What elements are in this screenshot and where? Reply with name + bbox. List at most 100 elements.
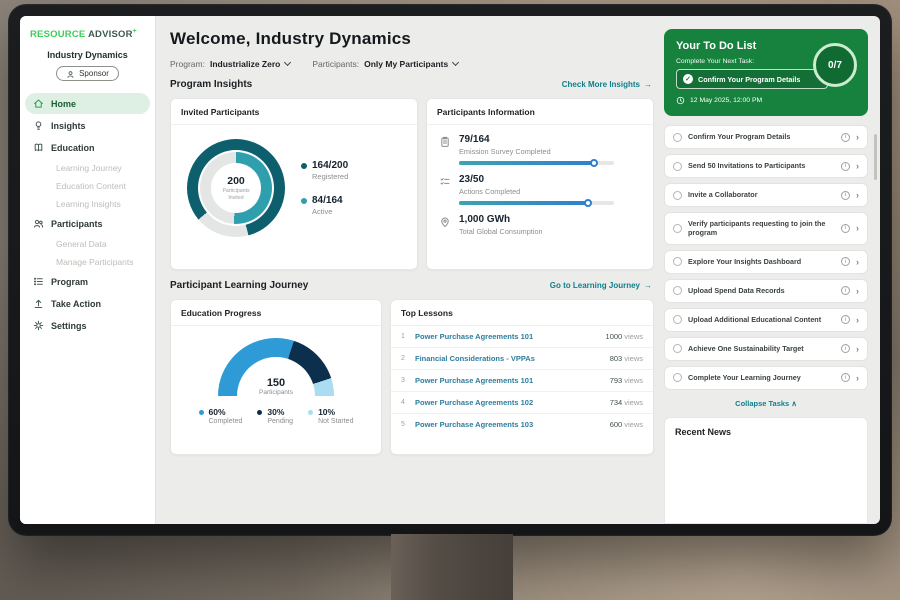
legend-value: 30% (267, 407, 293, 417)
lesson-row[interactable]: 1 Power Purchase Agreements 101 1000view… (391, 326, 653, 348)
task-label: Upload Spend Data Records (688, 286, 835, 295)
chevron-right-icon[interactable]: › (856, 132, 859, 142)
task-list: Confirm Your Program Details i › Send 50… (664, 125, 868, 395)
info-icon[interactable]: i (841, 315, 850, 324)
lesson-row[interactable]: 2 Financial Considerations - VPPAs 803vi… (391, 348, 653, 370)
task-row[interactable]: Achieve One Sustainability Target i › (664, 337, 868, 361)
sidebar-item-insights[interactable]: Insights (25, 115, 150, 136)
collapse-tasks-button[interactable]: Collapse Tasks ∧ (664, 395, 868, 417)
go-to-learning-journey-link[interactable]: Go to Learning Journey → (550, 281, 652, 290)
info-icon[interactable]: i (841, 373, 850, 382)
chevron-right-icon[interactable]: › (856, 315, 859, 325)
lesson-row[interactable]: 5 Power Purchase Agreements 103 600views (391, 414, 653, 435)
sponsor-badge[interactable]: Sponsor (56, 66, 119, 81)
clock-icon (676, 96, 685, 105)
lesson-views: 734 (610, 398, 623, 407)
lesson-title-link[interactable]: Financial Considerations - VPPAs (415, 354, 603, 363)
chevron-right-icon[interactable]: › (856, 161, 859, 171)
info-icon[interactable]: i (841, 257, 850, 266)
task-row[interactable]: Upload Spend Data Records i › (664, 279, 868, 303)
program-filter-value: Industrialize Zero (210, 59, 280, 69)
check-icon: ✓ (683, 74, 693, 84)
task-checkbox[interactable] (673, 373, 682, 382)
logo-plus: + (133, 28, 137, 35)
lesson-title-link[interactable]: Power Purchase Agreements 102 (415, 398, 603, 407)
chevron-right-icon[interactable]: › (856, 223, 859, 233)
task-checkbox[interactable] (673, 224, 682, 233)
participants-filter-label: Participants: (312, 59, 359, 69)
task-checkbox[interactable] (673, 191, 682, 200)
todo-column: Your To Do List 0/7 Complete Your Next T… (664, 16, 880, 524)
stat-label: Total Global Consumption (459, 227, 543, 236)
sidebar-item-home[interactable]: Home (25, 93, 150, 114)
info-icon[interactable]: i (841, 224, 850, 233)
task-row[interactable]: Complete Your Learning Journey i › (664, 366, 868, 390)
info-icon[interactable]: i (841, 286, 850, 295)
chevron-right-icon[interactable]: › (856, 190, 859, 200)
legend-item: 84/164 Active (301, 195, 348, 216)
invited-card-title: Invited Participants (171, 99, 417, 125)
learning-journey-header: Participant Learning Journey Go to Learn… (170, 280, 652, 291)
sidebar-item-settings[interactable]: Settings (25, 315, 150, 336)
education-card-title: Education Progress (171, 300, 381, 326)
insights-cards-row: Invited Participants 200 Participants In… (170, 98, 654, 270)
task-row[interactable]: Explore Your Insights Dashboard i › (664, 250, 868, 274)
lesson-title-link[interactable]: Power Purchase Agreements 103 (415, 420, 603, 429)
lesson-title-link[interactable]: Power Purchase Agreements 101 (415, 376, 603, 385)
legend-dot (257, 410, 262, 415)
lesson-rank: 3 (401, 377, 408, 384)
todo-subtitle: Complete Your Next Task: (676, 58, 858, 65)
sidebar-item-learning-insights[interactable]: Learning Insights (25, 195, 150, 213)
task-label: Confirm Your Program Details (688, 132, 835, 141)
task-row[interactable]: Invite a Collaborator i › (664, 183, 868, 207)
chevron-right-icon[interactable]: › (856, 257, 859, 267)
task-row[interactable]: Send 50 Invitations to Participants i › (664, 154, 868, 178)
filters-row: Program: Industrialize Zero Participants… (170, 59, 654, 69)
lesson-row[interactable]: 4 Power Purchase Agreements 102 734views (391, 392, 653, 414)
sidebar-item-education[interactable]: Education (25, 137, 150, 158)
task-checkbox[interactable] (673, 286, 682, 295)
sidebar-item-general-data[interactable]: General Data (25, 235, 150, 253)
sidebar-item-participants[interactable]: Participants (25, 213, 150, 234)
logo-resource: RESOURCE (30, 29, 85, 40)
todo-next-task[interactable]: ✓ Confirm Your Program Details (676, 69, 828, 89)
task-checkbox[interactable] (673, 162, 682, 171)
participants-filter[interactable]: Participants: Only My Participants (312, 59, 458, 69)
legend-dot (199, 410, 204, 415)
task-checkbox[interactable] (673, 315, 682, 324)
lesson-views: 793 (610, 376, 623, 385)
sidebar-item-education-content[interactable]: Education Content (25, 177, 150, 195)
task-checkbox[interactable] (673, 344, 682, 353)
legend-label: Registered (312, 172, 348, 181)
info-icon[interactable]: i (841, 191, 850, 200)
sidebar-nav: Home Insights Education Learning Journey… (20, 91, 155, 524)
lesson-row[interactable]: 3 Power Purchase Agreements 101 793views (391, 370, 653, 392)
sidebar-item-manage-participants[interactable]: Manage Participants (25, 253, 150, 271)
gear-icon (33, 320, 44, 331)
lesson-rank: 5 (401, 421, 408, 428)
task-label: Verify participants requesting to join t… (688, 219, 835, 238)
task-checkbox[interactable] (673, 257, 682, 266)
task-row[interactable]: Upload Additional Educational Content i … (664, 308, 868, 332)
chevron-right-icon[interactable]: › (856, 373, 859, 383)
chevron-right-icon[interactable]: › (856, 286, 859, 296)
task-row[interactable]: Confirm Your Program Details i › (664, 125, 868, 149)
lesson-title-link[interactable]: Power Purchase Agreements 101 (415, 332, 599, 341)
sidebar-item-take-action[interactable]: Take Action (25, 293, 150, 314)
vertical-scrollbar[interactable] (874, 134, 877, 180)
lightbulb-icon (33, 120, 44, 131)
chevron-right-icon[interactable]: › (856, 344, 859, 354)
monitor-bezel: RESOURCE ADVISOR+ Industry Dynamics Spon… (8, 4, 892, 536)
info-icon[interactable]: i (841, 133, 850, 142)
program-filter[interactable]: Program: Industrialize Zero (170, 59, 290, 69)
task-checkbox[interactable] (673, 133, 682, 142)
sidebar-item-label: Participants (51, 219, 103, 229)
info-icon[interactable]: i (841, 344, 850, 353)
legend-value: 84/164 (312, 195, 343, 206)
info-icon[interactable]: i (841, 162, 850, 171)
check-more-insights-link[interactable]: Check More Insights → (562, 80, 652, 89)
legend-dot (301, 163, 307, 169)
task-row[interactable]: Verify participants requesting to join t… (664, 212, 868, 245)
sidebar-item-program[interactable]: Program (25, 271, 150, 292)
sidebar-item-learning-journey[interactable]: Learning Journey (25, 159, 150, 177)
